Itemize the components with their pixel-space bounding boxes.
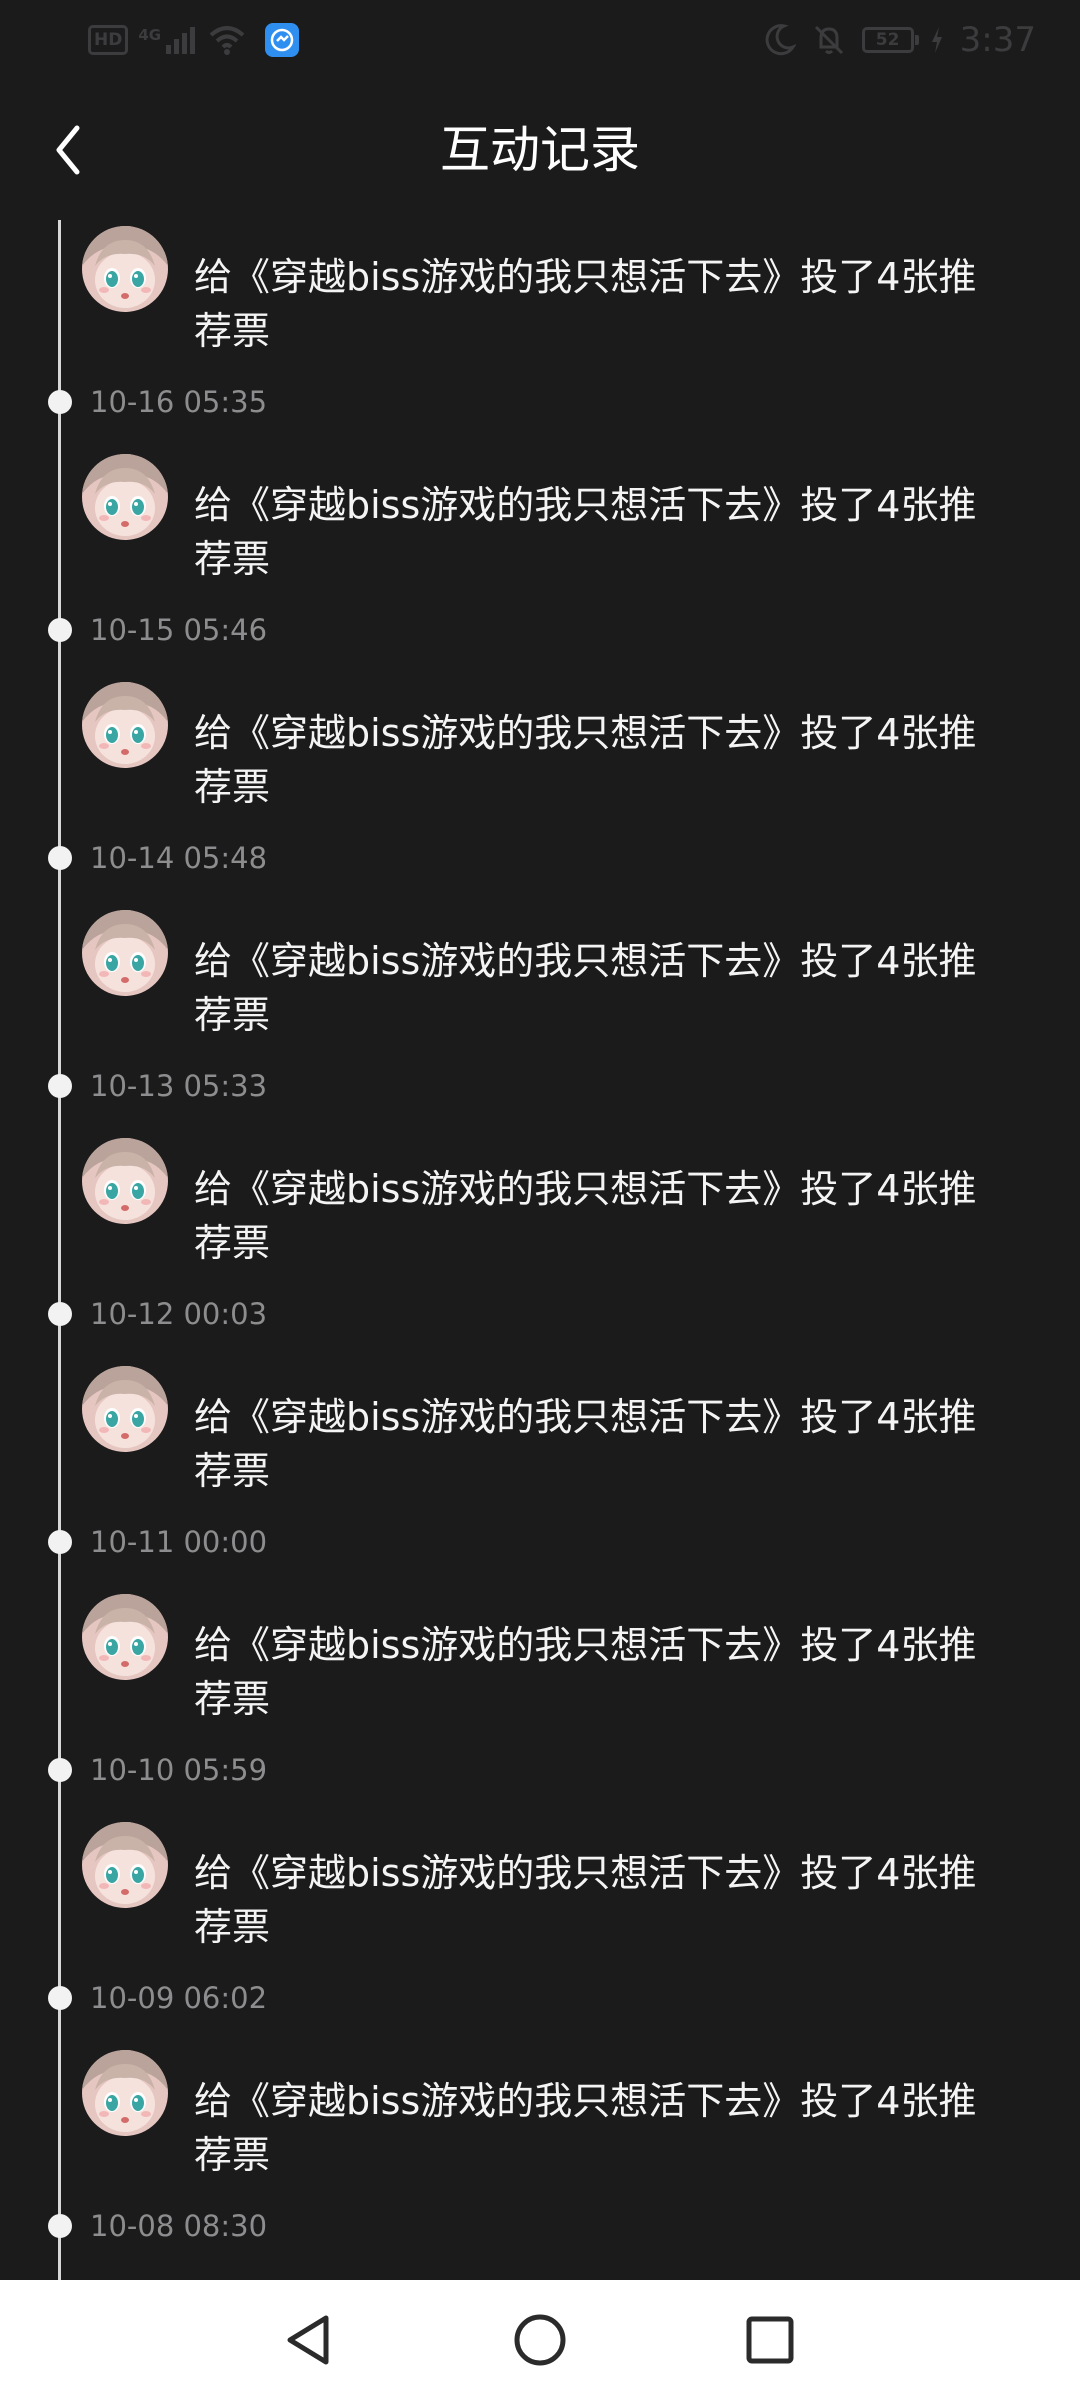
record-text: 给《穿越biss游戏的我只想活下去》投了4张推荐票 <box>194 1167 977 1265</box>
record-time-row: 10-10 05:59 <box>0 1750 1080 1790</box>
record-time-row: 10-14 05:48 <box>0 838 1080 878</box>
record-time-row: 10-12 00:03 <box>0 1294 1080 1334</box>
record-list: 给《穿越biss游戏的我只想活下去》投了4张推荐票 10-16 05:35 给《… <box>0 220 1080 2272</box>
mute-bell-icon <box>814 25 843 55</box>
record-card[interactable]: 给《穿越biss游戏的我只想活下去》投了4张推荐票 <box>82 1594 1042 1744</box>
status-bar: HD 4G 52 3:37 <box>0 0 1080 80</box>
record-timestamp: 10-16 05:35 <box>90 385 268 419</box>
record-time-row: 10-16 05:35 <box>0 382 1080 422</box>
timeline-dot <box>48 390 72 414</box>
timeline-dot <box>48 2214 72 2238</box>
record-timestamp: 10-12 00:03 <box>90 1297 268 1331</box>
record-text: 给《穿越biss游戏的我只想活下去》投了4张推荐票 <box>194 711 977 809</box>
timeline-dot <box>48 1758 72 1782</box>
nav-back-button[interactable] <box>278 2310 338 2370</box>
record-item: 给《穿越biss游戏的我只想活下去》投了4张推荐票 10-10 05:59 <box>0 1588 1080 1816</box>
record-timestamp: 10-08 08:30 <box>90 2209 268 2243</box>
record-card[interactable]: 给《穿越biss游戏的我只想活下去》投了4张推荐票 <box>82 1822 1042 1972</box>
record-item: 给《穿越biss游戏的我只想活下去》投了4张推荐票 10-13 05:33 <box>0 904 1080 1132</box>
hd-badge: HD <box>88 25 129 55</box>
record-time-row: 10-13 05:33 <box>0 1066 1080 1106</box>
timeline-dot <box>48 1074 72 1098</box>
record-timeline[interactable]: 给《穿越biss游戏的我只想活下去》投了4张推荐票 10-16 05:35 给《… <box>0 220 1080 2280</box>
record-item: 给《穿越biss游戏的我只想活下去》投了4张推荐票 10-15 05:46 <box>0 448 1080 676</box>
screen: HD 4G 52 3:37 互动记录 给《穿越biss游戏的我只想活下去》投了4… <box>0 0 1080 2400</box>
anime-avatar-image <box>82 1366 168 1452</box>
timeline-dot <box>48 1302 72 1326</box>
avatar[interactable] <box>82 1138 168 1224</box>
network-type: 4G <box>138 26 162 44</box>
record-item: 给《穿越biss游戏的我只想活下去》投了4张推荐票 10-16 05:35 <box>0 220 1080 448</box>
timeline-dot <box>48 846 72 870</box>
record-timestamp: 10-09 06:02 <box>90 1981 268 2015</box>
anime-avatar-image <box>82 1594 168 1680</box>
record-item: 给《穿越biss游戏的我只想活下去》投了4张推荐票 10-09 06:02 <box>0 1816 1080 2044</box>
status-right: 52 3:37 <box>762 18 1036 62</box>
charging-icon <box>931 27 942 53</box>
header: 互动记录 <box>0 100 1080 200</box>
clock: 3:37 <box>959 20 1036 60</box>
anime-avatar-image <box>82 682 168 768</box>
anime-avatar-image <box>82 910 168 996</box>
battery-indicator: 52 <box>861 27 919 53</box>
system-nav-bar <box>0 2280 1080 2400</box>
status-left: HD 4G <box>88 20 300 60</box>
record-timestamp: 10-15 05:46 <box>90 613 268 647</box>
avatar[interactable] <box>82 682 168 768</box>
record-time-row: 10-11 00:00 <box>0 1522 1080 1562</box>
avatar[interactable] <box>82 454 168 540</box>
record-text: 给《穿越biss游戏的我只想活下去》投了4张推荐票 <box>194 939 977 1037</box>
record-text: 给《穿越biss游戏的我只想活下去》投了4张推荐票 <box>194 1623 977 1721</box>
record-card[interactable]: 给《穿越biss游戏的我只想活下去》投了4张推荐票 <box>82 454 1042 604</box>
avatar[interactable] <box>82 1594 168 1680</box>
timeline-dot <box>48 618 72 642</box>
record-card[interactable]: 给《穿越biss游戏的我只想活下去》投了4张推荐票 <box>82 2050 1042 2200</box>
home-circle-icon <box>514 2314 566 2366</box>
record-time-row: 10-08 08:30 <box>0 2206 1080 2246</box>
record-text: 给《穿越biss游戏的我只想活下去》投了4张推荐票 <box>194 255 977 353</box>
avatar[interactable] <box>82 226 168 312</box>
timeline-dot <box>48 1986 72 2010</box>
anime-avatar-image <box>82 1822 168 1908</box>
back-triangle-icon <box>287 2315 329 2365</box>
timeline-dot <box>48 1530 72 1554</box>
anime-avatar-image <box>82 454 168 540</box>
recents-square-icon <box>746 2316 794 2364</box>
record-item: 给《穿越biss游戏的我只想活下去》投了4张推荐票 10-11 00:00 <box>0 1360 1080 1588</box>
record-item: 给《穿越biss游戏的我只想活下去》投了4张推荐票 10-08 08:30 <box>0 2044 1080 2272</box>
moon-icon <box>765 24 796 56</box>
signal-icon <box>166 27 196 54</box>
record-timestamp: 10-14 05:48 <box>90 841 268 875</box>
record-text: 给《穿越biss游戏的我只想活下去》投了4张推荐票 <box>194 1851 977 1949</box>
record-text: 给《穿越biss游戏的我只想活下去》投了4张推荐票 <box>194 1395 977 1493</box>
record-card[interactable]: 给《穿越biss游戏的我只想活下去》投了4张推荐票 <box>82 682 1042 832</box>
record-timestamp: 10-13 05:33 <box>90 1069 268 1103</box>
record-card[interactable]: 给《穿越biss游戏的我只想活下去》投了4张推荐票 <box>82 1366 1042 1516</box>
record-text: 给《穿越biss游戏的我只想活下去》投了4张推荐票 <box>194 2079 977 2177</box>
record-card[interactable]: 给《穿越biss游戏的我只想活下去》投了4张推荐票 <box>82 1138 1042 1288</box>
record-text: 给《穿越biss游戏的我只想活下去》投了4张推荐票 <box>194 483 977 581</box>
anime-avatar-image <box>82 2050 168 2136</box>
nav-recents-button[interactable] <box>740 2310 800 2370</box>
record-item: 给《穿越biss游戏的我只想活下去》投了4张推荐票 10-14 05:48 <box>0 676 1080 904</box>
avatar[interactable] <box>82 1366 168 1452</box>
app-notification-icon <box>265 23 300 57</box>
wifi-icon <box>209 26 245 55</box>
avatar[interactable] <box>82 1822 168 1908</box>
record-time-row: 10-15 05:46 <box>0 610 1080 650</box>
record-card[interactable]: 给《穿越biss游戏的我只想活下去》投了4张推荐票 <box>82 226 1042 376</box>
anime-avatar-image <box>82 226 168 312</box>
record-time-row: 10-09 06:02 <box>0 1978 1080 2018</box>
record-timestamp: 10-11 00:00 <box>90 1525 268 1559</box>
nav-home-button[interactable] <box>510 2310 570 2370</box>
record-card[interactable]: 给《穿越biss游戏的我只想活下去》投了4张推荐票 <box>82 910 1042 1060</box>
page-title: 互动记录 <box>440 121 640 179</box>
record-timestamp: 10-10 05:59 <box>90 1753 268 1787</box>
anime-avatar-image <box>82 1138 168 1224</box>
avatar[interactable] <box>82 910 168 996</box>
avatar[interactable] <box>82 2050 168 2136</box>
record-item: 给《穿越biss游戏的我只想活下去》投了4张推荐票 10-12 00:03 <box>0 1132 1080 1360</box>
